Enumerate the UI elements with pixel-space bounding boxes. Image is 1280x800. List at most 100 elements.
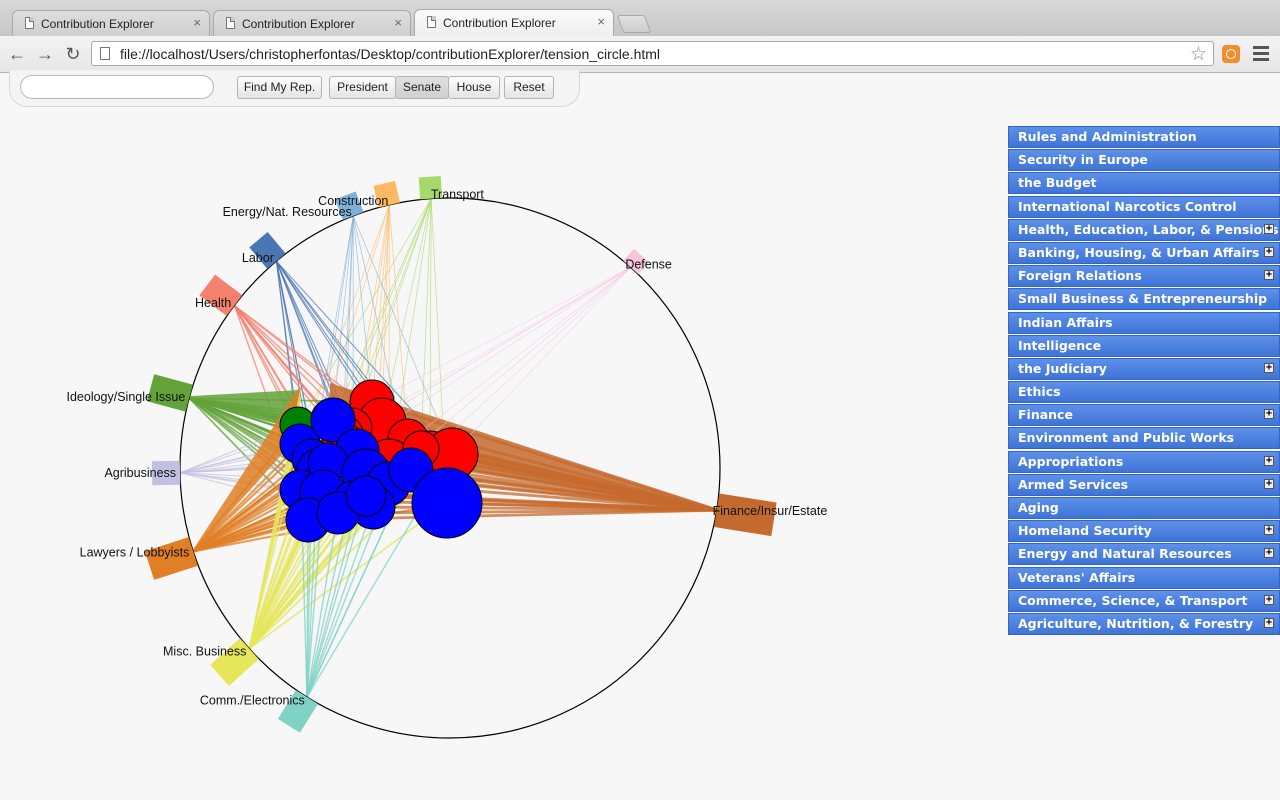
committee-item[interactable]: Agriculture, Nutrition, & Forestry + [1008, 612, 1280, 635]
committee-item[interactable]: Finance + [1008, 404, 1280, 427]
sector-label[interactable]: Lawyers / Lobbyists [80, 546, 190, 560]
sector-label[interactable]: Misc. Business [163, 644, 246, 658]
expand-plus-icon[interactable]: + [1264, 548, 1274, 559]
reload-icon[interactable]: ↻ [61, 42, 85, 66]
committee-item[interactable]: Health, Education, Labor, & Pensions + [1008, 218, 1280, 241]
sector-label[interactable]: Health [195, 296, 231, 310]
committee-label: Agriculture, Nutrition, & Forestry [1018, 615, 1254, 631]
contribution-link [420, 198, 432, 450]
committee-item[interactable]: Homeland Security + [1008, 520, 1280, 543]
sector-label[interactable]: Comm./Electronics [200, 693, 305, 707]
sector-label[interactable]: Finance/Insur/Estate [713, 504, 828, 518]
house-button[interactable]: House [448, 76, 500, 99]
browser-tab-active[interactable]: Contribution Explorer × [414, 9, 614, 36]
contribution-link [429, 198, 432, 454]
committee-item[interactable]: Security in Europe [1008, 149, 1280, 172]
page-icon [100, 47, 110, 60]
find-my-rep-button[interactable]: Find My Rep. [237, 76, 322, 99]
address-bar[interactable]: file://localhost/Users/christopherfontas… [91, 41, 1214, 66]
url-text: file://localhost/Users/christopherfontas… [120, 46, 661, 62]
expand-plus-icon[interactable]: + [1264, 409, 1274, 420]
committee-item[interactable]: Aging [1008, 497, 1280, 519]
browser-tab[interactable]: Contribution Explorer × [213, 10, 411, 36]
browser-tab[interactable]: Contribution Explorer × [12, 10, 210, 36]
committee-item[interactable]: Environment and Public Works [1008, 427, 1280, 450]
bookmark-star-icon[interactable]: ☆ [1190, 43, 1207, 66]
sector-label[interactable]: Transport [431, 188, 485, 202]
committee-item[interactable]: Indian Affairs [1008, 311, 1280, 334]
committee-item[interactable]: the Judiciary + [1008, 357, 1280, 380]
extension-icon[interactable] [1222, 45, 1240, 63]
expand-plus-icon[interactable]: + [1264, 617, 1274, 628]
tab-strip: Contribution Explorer × Contribution Exp… [0, 0, 1280, 36]
tab-title: Contribution Explorer [41, 17, 154, 31]
committee-item[interactable]: Commerce, Science, & Transport + [1008, 589, 1280, 612]
expand-plus-icon[interactable]: + [1264, 246, 1274, 257]
close-tab-icon[interactable]: × [394, 16, 402, 30]
close-tab-icon[interactable]: × [597, 15, 605, 29]
sector-label[interactable]: Ideology/Single Issue [66, 390, 185, 404]
committee-item[interactable]: International Narcotics Control [1008, 195, 1280, 218]
committee-label: Rules and Administration [1018, 129, 1197, 144]
member-node[interactable] [411, 467, 483, 539]
expand-plus-icon[interactable]: + [1264, 594, 1274, 605]
committee-label: Intelligence [1018, 337, 1102, 353]
committee-label: Energy and Natural Resources [1018, 546, 1232, 562]
committee-label: Security in Europe [1018, 152, 1148, 168]
close-tab-icon[interactable]: × [193, 16, 201, 30]
committee-item[interactable]: Rules and Administration [1008, 126, 1280, 148]
expand-plus-icon[interactable]: + [1264, 362, 1274, 373]
new-tab-button[interactable] [616, 15, 652, 33]
document-icon [427, 16, 436, 28]
search-input[interactable] [20, 75, 214, 99]
committee-item[interactable]: Small Business & Entrepreneurship [1008, 288, 1280, 311]
committee-item[interactable]: Intelligence [1008, 334, 1280, 357]
contribution-link [352, 215, 373, 403]
tension-circle-chart: TransportConstructionEnergy/Nat. Resourc… [66, 175, 828, 739]
committee-label: Ethics [1018, 384, 1061, 400]
expand-plus-icon[interactable]: + [1264, 455, 1274, 466]
committee-label: Health, Education, Labor, & Pensions [1018, 221, 1279, 237]
president-button[interactable]: President [329, 76, 396, 99]
committee-list: Rules and Administration Security in Euro… [1008, 126, 1280, 636]
committee-label: Armed Services [1018, 476, 1129, 492]
committee-item[interactable]: Veterans' Affairs [1008, 566, 1280, 589]
committee-label: Veterans' Affairs [1018, 569, 1136, 585]
expand-plus-icon[interactable]: + [1264, 223, 1274, 234]
tab-title: Contribution Explorer [242, 17, 355, 31]
committee-label: Banking, Housing, & Urban Affairs [1018, 244, 1260, 260]
committee-item[interactable]: the Budget [1008, 172, 1280, 195]
committee-label: the Judiciary [1018, 360, 1107, 376]
committee-label: the Budget [1018, 175, 1097, 191]
control-bar: Find My Rep. President Senate House Rese… [9, 70, 580, 107]
committee-item[interactable]: Ethics [1008, 381, 1280, 404]
committee-label: Foreign Relations [1018, 268, 1142, 284]
committee-item[interactable]: Foreign Relations + [1008, 265, 1280, 288]
expand-plus-icon[interactable]: + [1264, 478, 1274, 489]
sector-label[interactable]: Defense [625, 257, 672, 271]
sector-label[interactable]: Agribusiness [104, 466, 176, 480]
committee-label: Appropriations [1018, 453, 1124, 469]
committee-label: Homeland Security [1018, 523, 1152, 539]
member-node[interactable] [345, 475, 387, 517]
back-arrow-icon[interactable]: ← [5, 42, 29, 66]
sector-label[interactable]: Labor [242, 251, 274, 265]
committee-item[interactable]: Banking, Housing, & Urban Affairs + [1008, 241, 1280, 264]
committee-label: International Narcotics Control [1018, 198, 1237, 214]
menu-icon[interactable] [1253, 46, 1269, 62]
committee-item[interactable]: Energy and Natural Resources + [1008, 543, 1280, 566]
tab-title: Contribution Explorer [443, 16, 556, 30]
committee-item[interactable]: Appropriations + [1008, 450, 1280, 473]
forward-arrow-icon[interactable]: → [33, 42, 57, 66]
sector-label[interactable]: Energy/Nat. Resources [223, 205, 352, 219]
document-icon [25, 17, 34, 29]
expand-plus-icon[interactable]: + [1264, 525, 1274, 536]
senate-button[interactable]: Senate [395, 76, 449, 99]
committee-label: Indian Affairs [1018, 314, 1113, 330]
committee-item[interactable]: Armed Services + [1008, 473, 1280, 496]
expand-plus-icon[interactable]: + [1264, 270, 1274, 281]
document-icon [226, 17, 235, 29]
contribution-link [451, 267, 631, 455]
committee-label: Small Business & Entrepreneurship [1018, 291, 1268, 307]
reset-button[interactable]: Reset [504, 76, 554, 99]
